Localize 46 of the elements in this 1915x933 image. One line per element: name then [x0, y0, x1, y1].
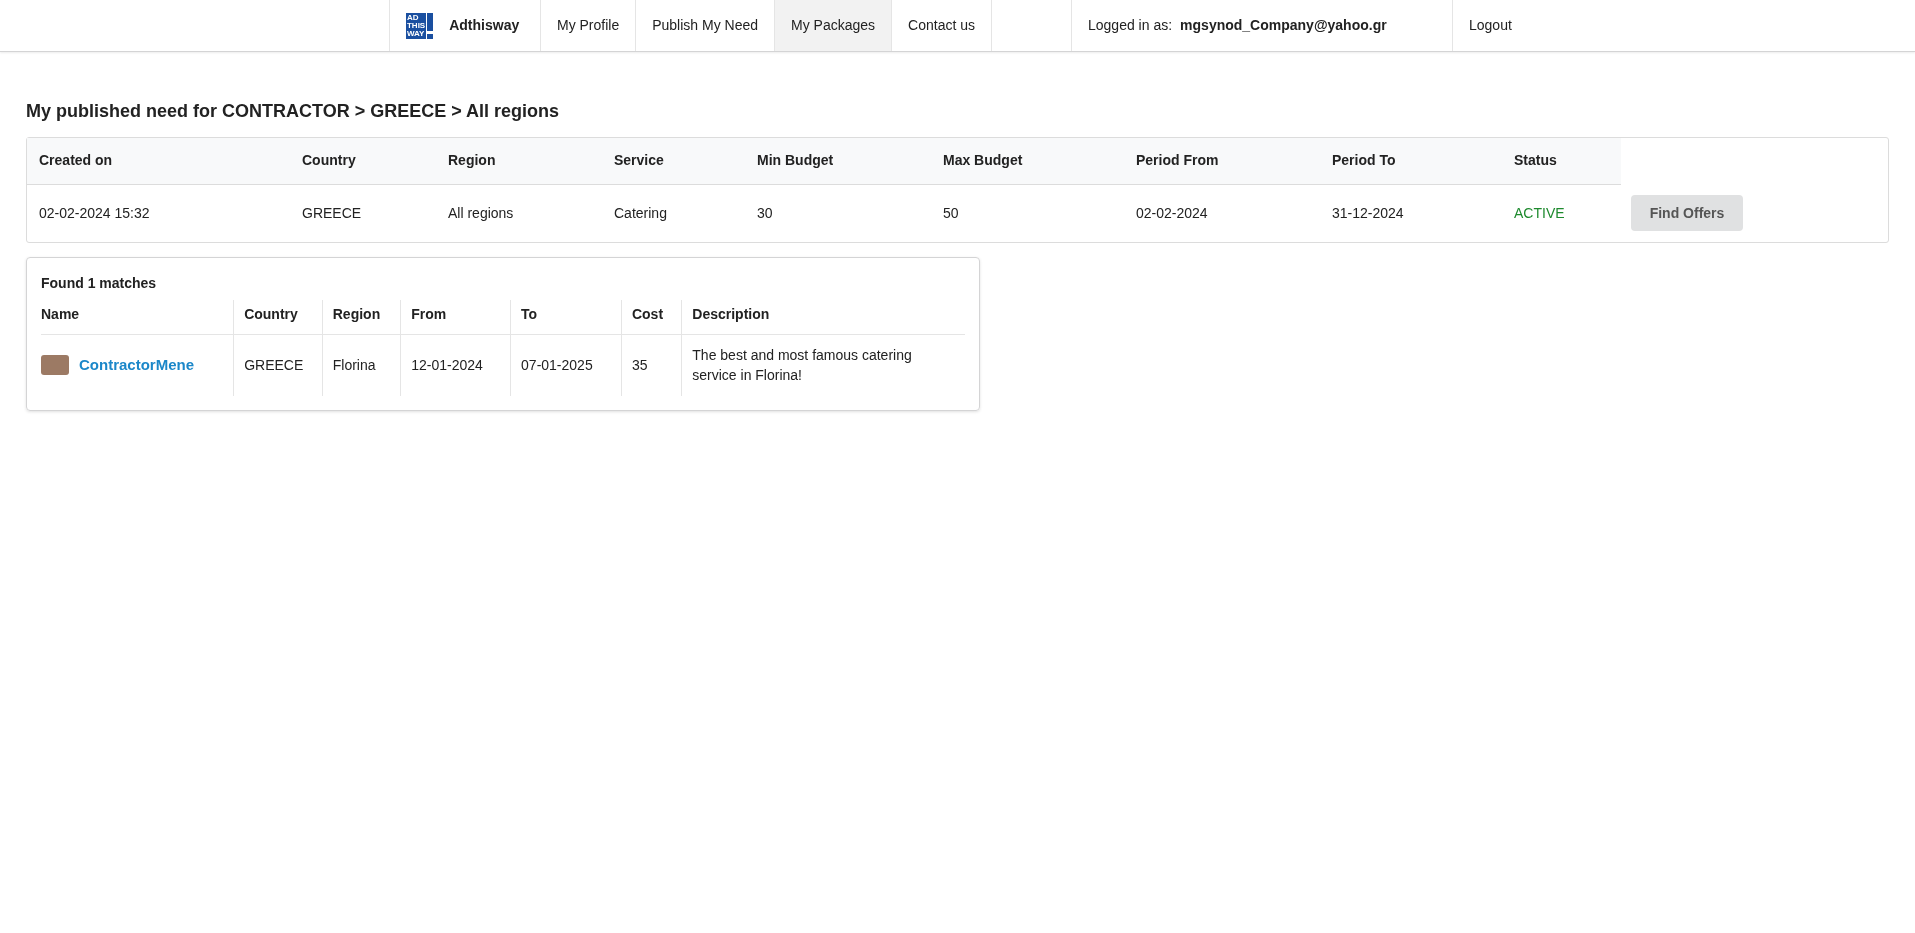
logo-text: AD — [406, 13, 420, 22]
nav-link[interactable]: Contact us — [892, 0, 992, 51]
page-title: My published need for CONTRACTOR > GREECE > All regions — [26, 100, 561, 123]
find-offers-button[interactable]: Find Offers — [1631, 195, 1743, 231]
logo-text: WAY — [406, 29, 426, 38]
column-header: Country — [290, 138, 436, 184]
logo-text: THIS — [406, 21, 426, 30]
logged-in-label: Logged in as: — [1088, 16, 1173, 35]
table-cell: 30 — [745, 184, 931, 242]
table-cell: 12-01-2024 — [400, 334, 511, 396]
column-header: Name — [41, 300, 234, 334]
table-cell: Florina — [322, 334, 401, 396]
nav-link[interactable]: My Profile — [540, 0, 637, 51]
photo-placeholder — [41, 355, 69, 376]
column-header: Min Budget — [745, 138, 931, 184]
status-text: ACTIVE — [1502, 184, 1621, 242]
table-cell: All regions — [436, 184, 602, 242]
table-cell: 02-02-2024 15:32 — [27, 184, 290, 242]
column-header: Status — [1502, 138, 1621, 184]
brand-name[interactable]: Adthisway — [449, 15, 520, 36]
column-header: Description — [681, 300, 965, 334]
column-header: Cost — [621, 300, 682, 334]
column-header: Country — [233, 300, 323, 334]
table-cell: GREECE — [290, 184, 436, 242]
nav-link[interactable]: My Packages — [775, 0, 893, 51]
description-text: The best and most famous catering service in Florina! — [681, 334, 965, 396]
contractor-link[interactable]: ContractorMene — [79, 354, 194, 377]
column-header: Region — [322, 300, 401, 334]
column-header: Created on — [27, 138, 290, 184]
user-email: mgsynod_Company@yahoo.gr — [1180, 16, 1387, 35]
column-header: To — [510, 300, 622, 334]
table-cell: Catering — [602, 184, 745, 242]
column-header: Service — [602, 138, 745, 184]
matches-heading: Found 1 matches — [41, 274, 158, 293]
table-cell: 07-01-2025 — [510, 334, 622, 396]
column-header: From — [400, 300, 511, 334]
table-cell: 02-02-2024 — [1124, 184, 1320, 242]
column-header: Period To — [1320, 138, 1502, 184]
column-header: Region — [436, 138, 602, 184]
column-header: Max Budget — [931, 138, 1124, 184]
table-cell: 35 — [621, 334, 682, 396]
table-cell: GREECE — [233, 334, 323, 396]
logout-link[interactable]: Logout — [1453, 0, 1526, 51]
column-header: Period From — [1124, 138, 1320, 184]
table-cell: 31-12-2024 — [1320, 184, 1502, 242]
table-cell: 50 — [931, 184, 1124, 242]
